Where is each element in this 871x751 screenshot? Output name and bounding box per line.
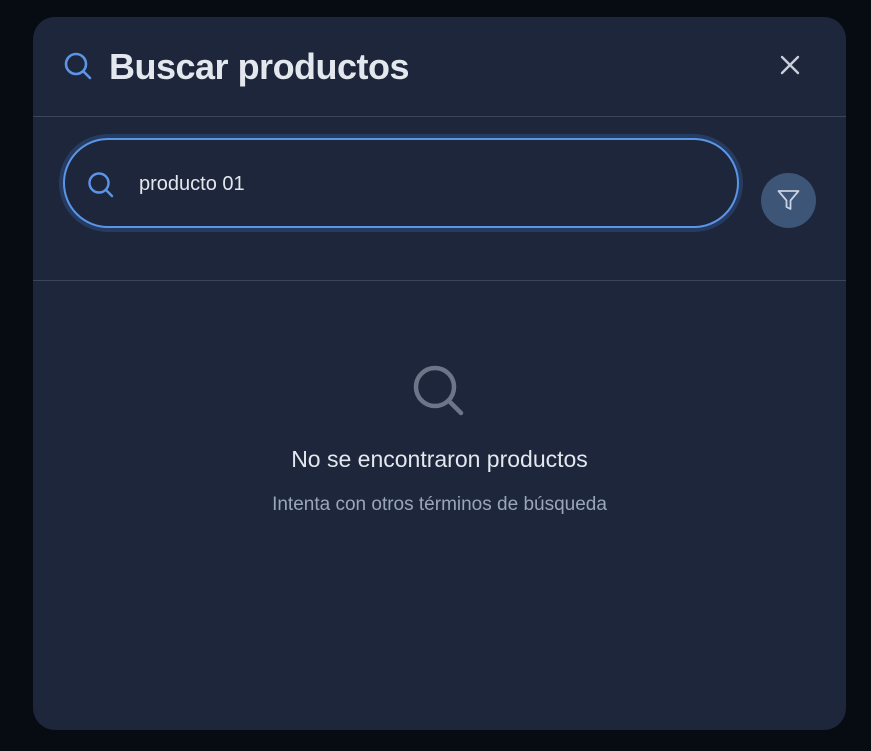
page-title: Buscar productos [109, 46, 410, 87]
search-bar-row [33, 117, 846, 281]
search-icon [411, 363, 467, 419]
search-modal: Buscar productos producto 01 No se encon… [33, 17, 846, 730]
close-button[interactable] [775, 50, 805, 80]
search-icon [63, 51, 93, 81]
filter-button[interactable] [761, 173, 816, 228]
search-icon [87, 171, 115, 199]
empty-state-title: No se encontraron productos [291, 446, 588, 472]
filter-icon [777, 190, 800, 210]
empty-state-subtitle: Intenta con otros términos de búsqueda [272, 494, 607, 515]
empty-state: No se encontraron productos Intenta con … [33, 281, 846, 730]
close-icon [780, 55, 800, 75]
search-field[interactable] [63, 138, 739, 228]
modal-header: Buscar productos [33, 17, 846, 117]
search-input[interactable] [139, 164, 719, 204]
